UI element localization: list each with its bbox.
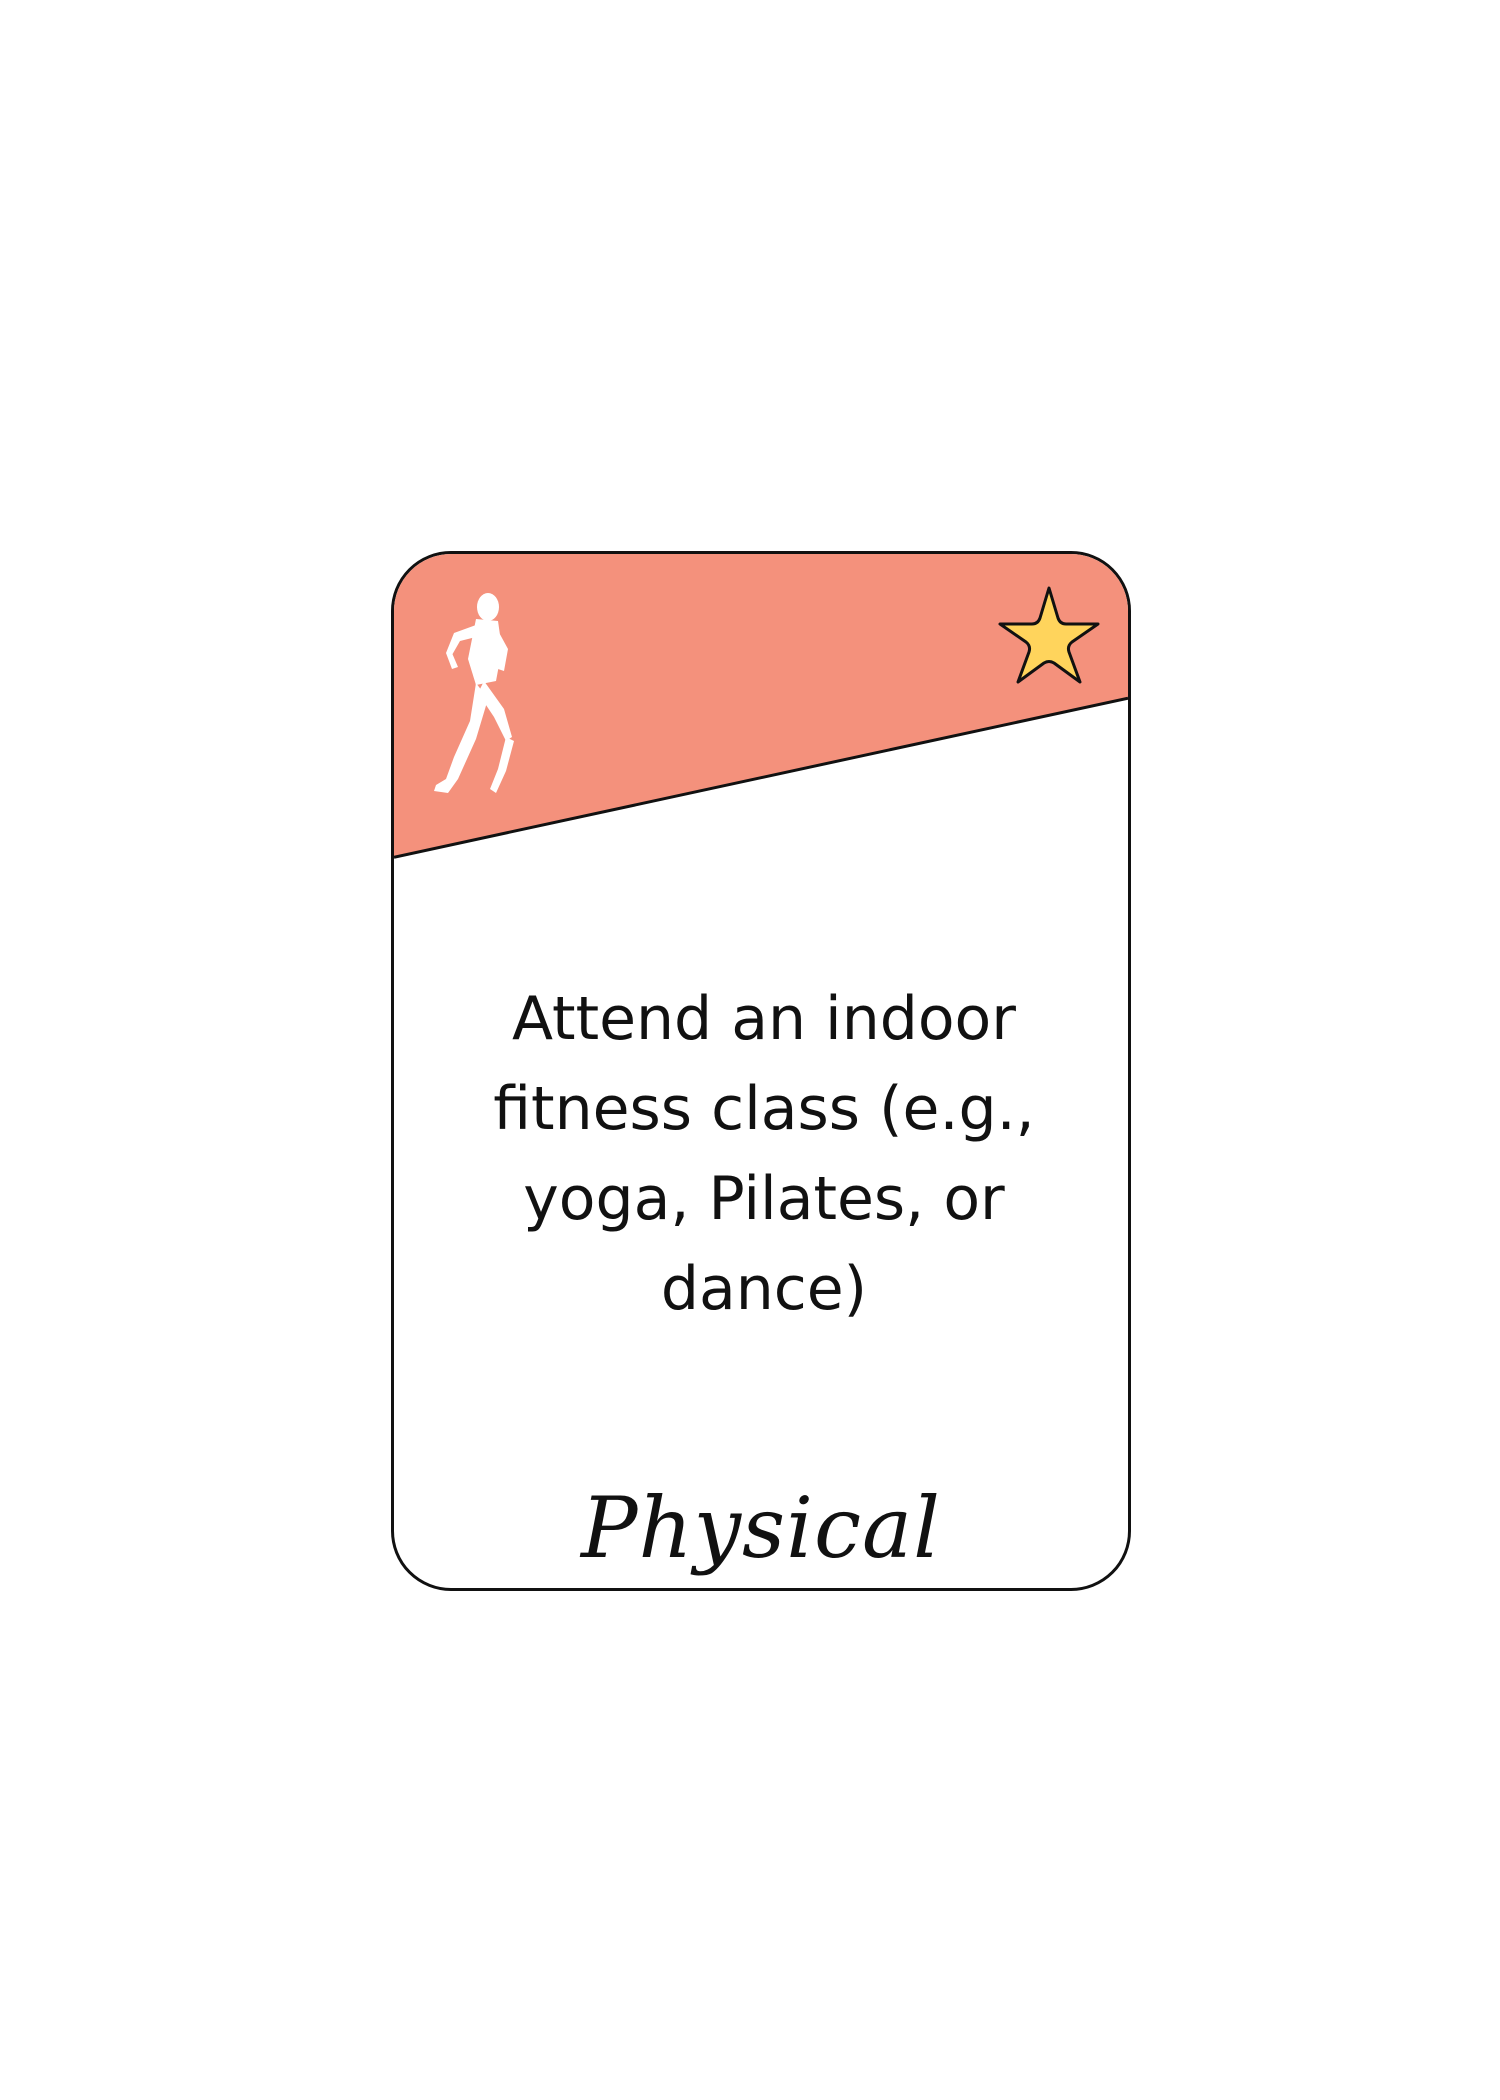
activity-card: Attend an indoor fitness class (e.g., yo… <box>391 551 1131 1591</box>
activity-description: Attend an indoor fitness class (e.g., yo… <box>493 984 1035 1324</box>
star-icon <box>998 586 1100 684</box>
runner-icon <box>434 593 514 793</box>
category-label: Physical <box>580 1479 942 1577</box>
